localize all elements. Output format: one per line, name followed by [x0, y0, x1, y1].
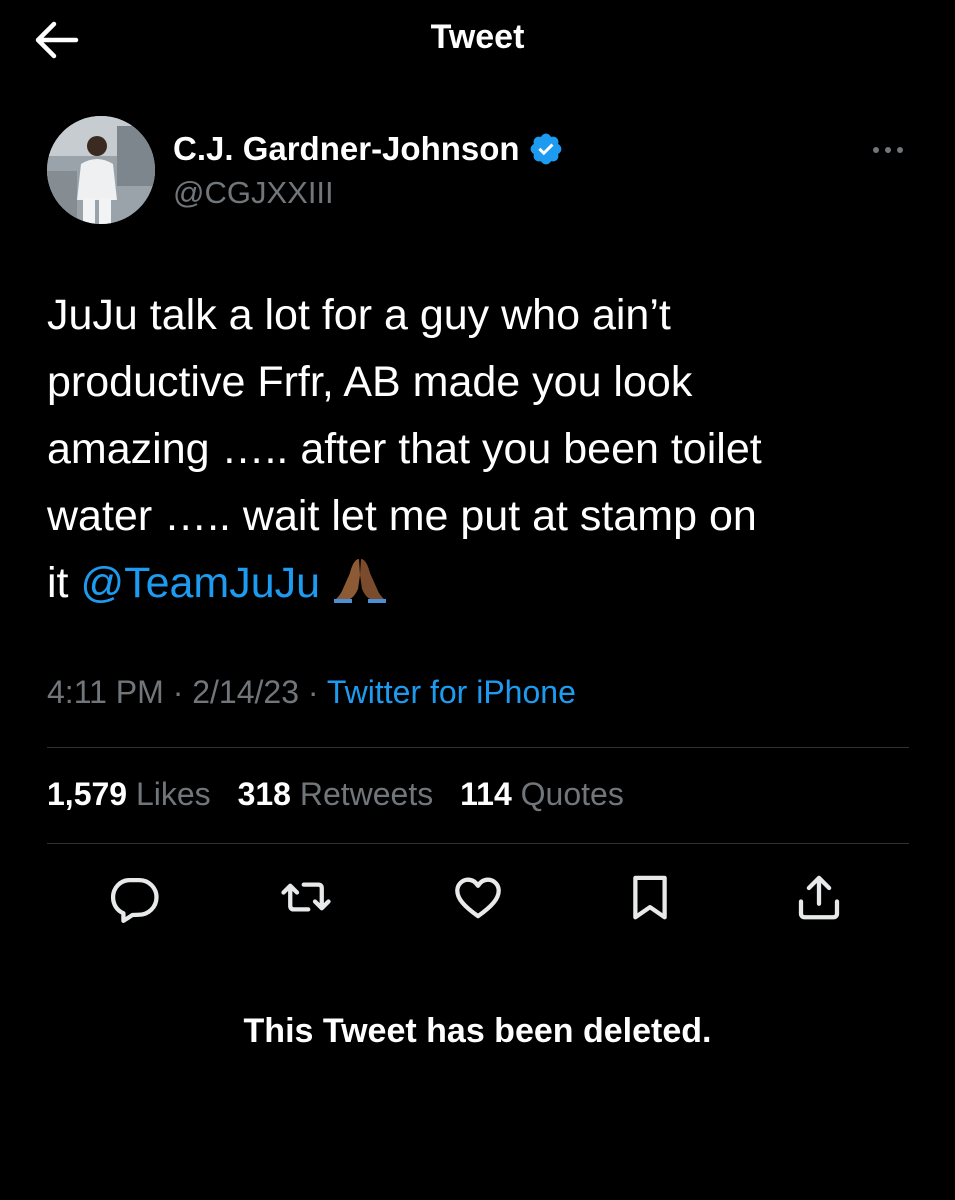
tweet-text-line: water ….. wait let me put at stamp on [47, 492, 757, 540]
verified-badge-icon [530, 133, 561, 165]
folded-hands-icon [334, 559, 387, 603]
tweet-text-line: productive Frfr, AB made you look [47, 358, 693, 406]
tweet-source-link[interactable]: Twitter for iPhone [327, 674, 576, 710]
divider [47, 747, 909, 748]
quotes-count: 114 [460, 776, 512, 812]
share-icon [798, 875, 840, 920]
reply-icon [110, 877, 159, 923]
bookmark-icon [633, 875, 667, 920]
author-name: C.J. Gardner-Johnson [173, 130, 520, 167]
reply-button[interactable] [107, 870, 161, 924]
tweet-text-line-last: it @TeamJuJu [47, 550, 917, 617]
retweet-icon [281, 882, 331, 912]
tweet-text: JuJu talk a lot for a guy who ain’t prod… [47, 282, 917, 617]
tweet-deleted-message: This Tweet has been deleted. [243, 1012, 712, 1050]
more-options-button[interactable] [868, 138, 908, 162]
tweet-time: 4:11 PM [47, 674, 164, 710]
quotes-label: Quotes [520, 776, 624, 812]
quotes-stat[interactable]: 114 Quotes [460, 776, 624, 812]
like-button[interactable] [451, 870, 505, 924]
tweet-stats: 1,579 Likes 318 Retweets 114 Quotes [47, 776, 642, 813]
meta-separator: · [299, 674, 327, 710]
retweets-count: 318 [237, 776, 291, 812]
more-dots-icon [873, 147, 903, 153]
meta-separator: · [163, 674, 193, 710]
likes-count: 1,579 [47, 776, 128, 812]
tweet-text-prefix: it [47, 559, 81, 607]
tweet-text-line: JuJu talk a lot for a guy who ain’t [47, 291, 671, 339]
author-name-row[interactable]: C.J. Gardner-Johnson [173, 128, 564, 170]
tweet-text-line: amazing ….. after that you been toilet [47, 425, 762, 473]
author-handle[interactable]: @CGJXXIII [173, 175, 334, 211]
likes-stat[interactable]: 1,579 Likes [47, 776, 211, 812]
likes-label: Likes [135, 776, 211, 812]
divider [47, 843, 909, 844]
avatar[interactable] [47, 116, 155, 224]
bookmark-button[interactable] [623, 870, 677, 924]
top-bar: Tweet [0, 0, 955, 80]
retweet-button[interactable] [279, 870, 333, 924]
page-title: Tweet [430, 18, 525, 56]
tweet-meta: 4:11 PM · 2/14/23 · Twitter for iPhone [47, 674, 576, 711]
retweets-label: Retweets [299, 776, 434, 812]
like-icon [455, 877, 501, 919]
tweet-date: 2/14/23 [192, 674, 299, 710]
retweets-stat[interactable]: 318 Retweets [238, 776, 434, 812]
mention-link[interactable]: @TeamJuJu [80, 559, 320, 607]
profile-photo-icon [47, 116, 155, 224]
share-button[interactable] [792, 870, 846, 924]
